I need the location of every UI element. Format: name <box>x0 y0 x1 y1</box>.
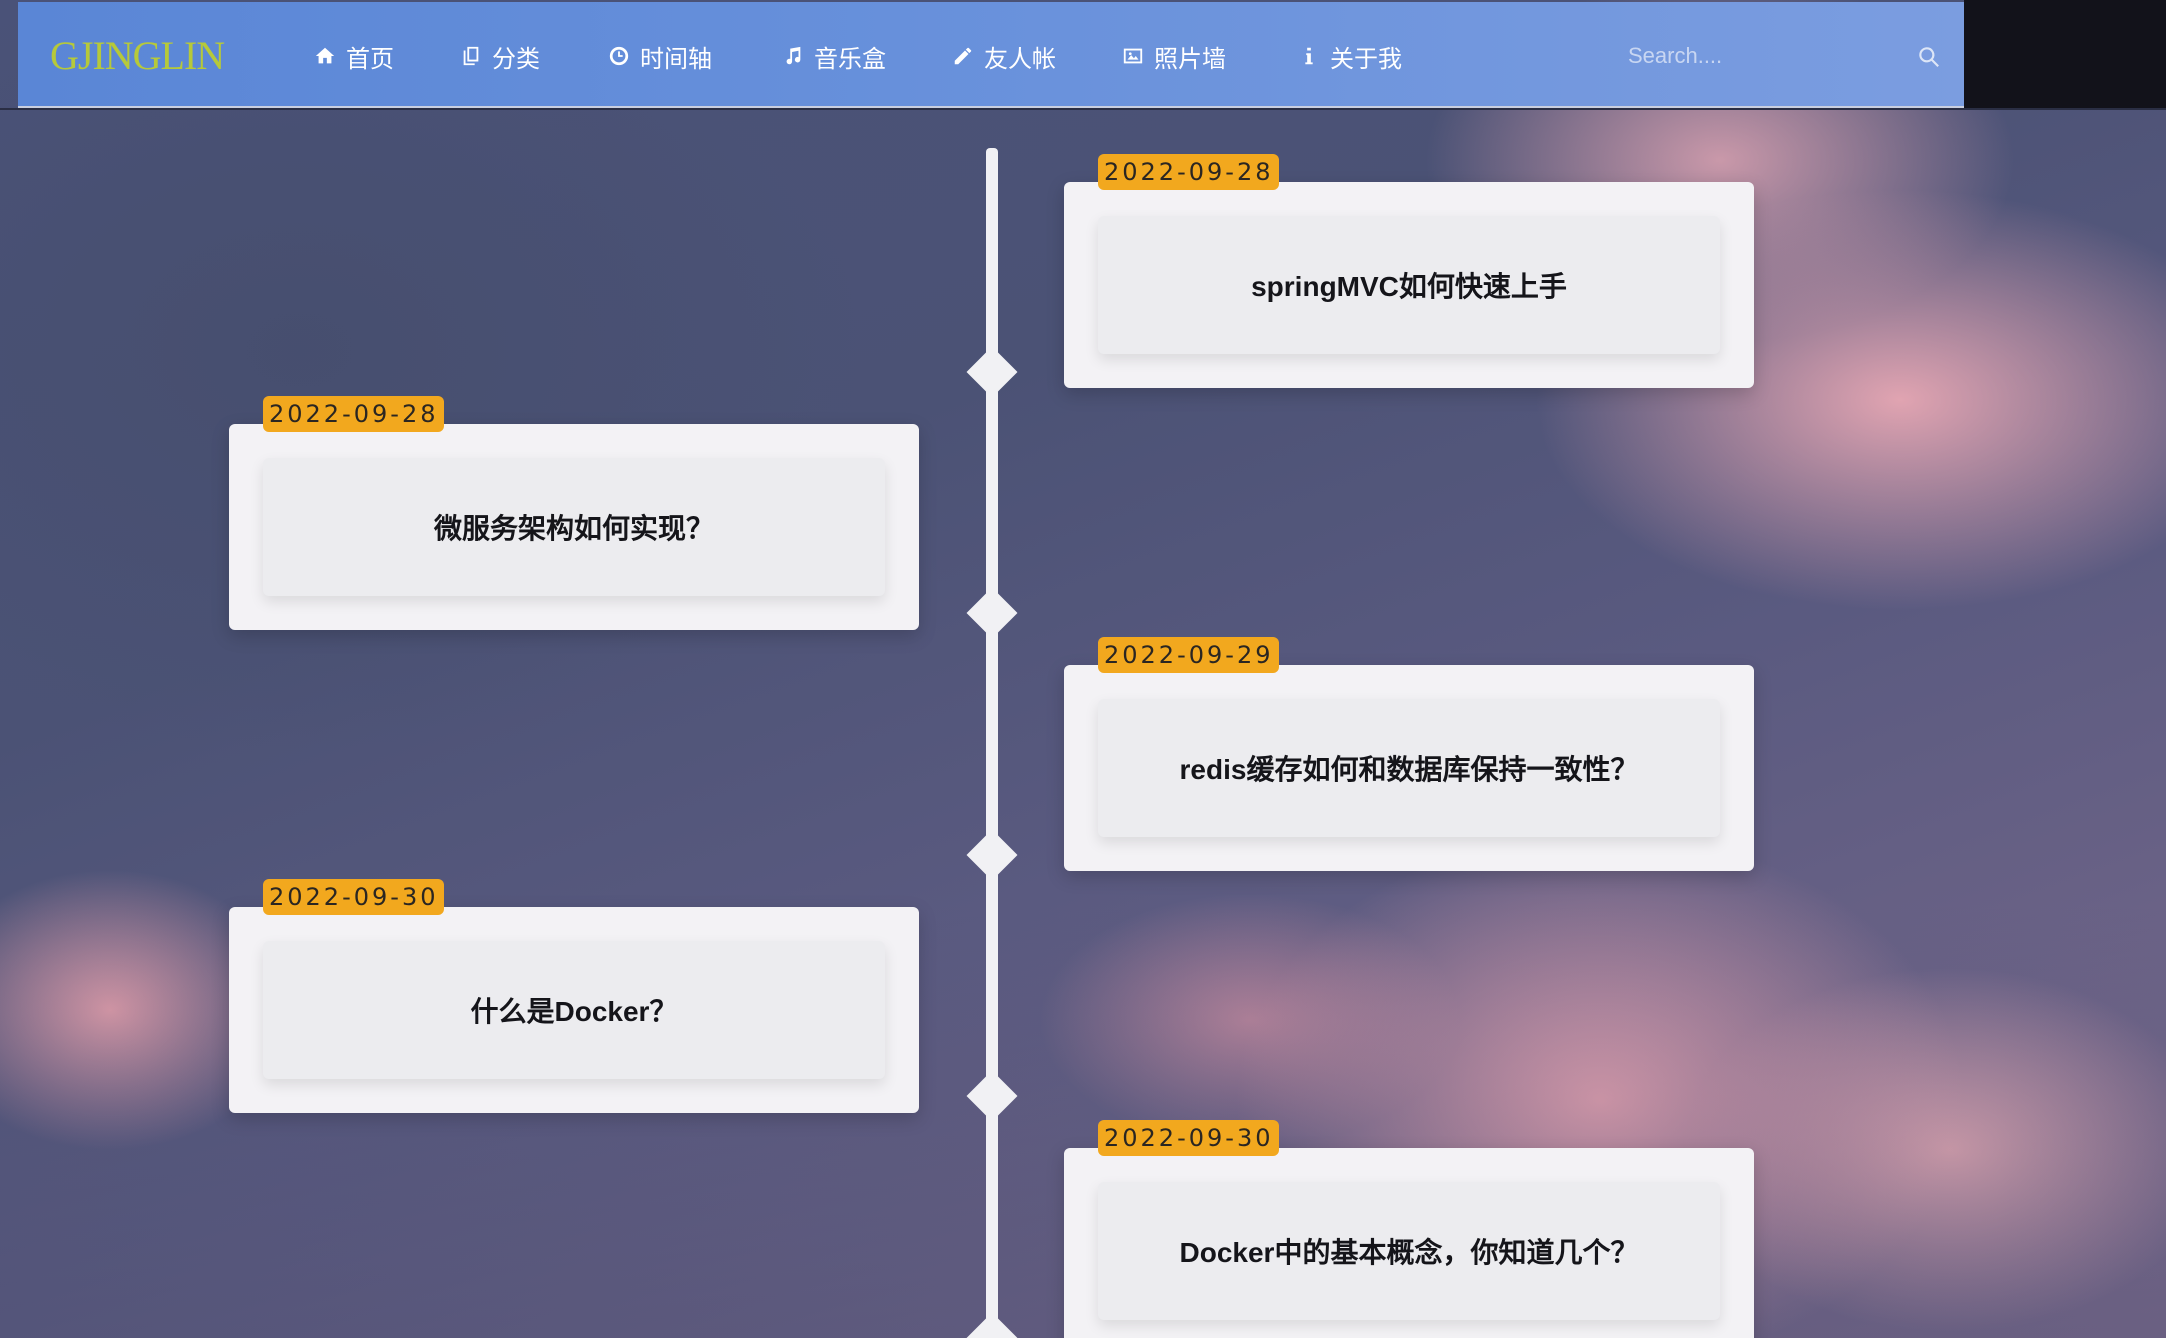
top-navbar: GJINGLIN 首页 分类 时间轴 音乐盒 友人帐 照片墙 关于我 <box>18 2 1964 108</box>
site-logo[interactable]: GJINGLIN <box>50 32 225 79</box>
info-icon <box>1305 47 1313 65</box>
search-input[interactable] <box>1628 36 1908 76</box>
timeline-card: 2022-09-28 微服务架构如何实现？ <box>229 396 919 630</box>
music-icon <box>786 46 801 65</box>
picture-icon <box>1123 48 1143 64</box>
timeline-card: 2022-09-30 什么是Docker？ <box>229 879 919 1113</box>
timeline-card: 2022-09-28 springMVC如何快速上手 <box>1064 154 1754 388</box>
nav-item-photos[interactable]: 照片墙 <box>1122 40 1226 73</box>
home-icon <box>315 47 335 64</box>
article-link[interactable]: springMVC如何快速上手 <box>1098 216 1720 354</box>
search-button[interactable] <box>1916 44 1942 70</box>
nav-item-label: 首页 <box>346 45 394 73</box>
nav-item-category[interactable]: 分类 <box>460 40 540 73</box>
date-badge: 2022-09-30 <box>263 879 445 915</box>
search-box <box>1628 36 1948 76</box>
nav-item-timeline[interactable]: 时间轴 <box>608 40 712 73</box>
article-link[interactable]: 微服务架构如何实现？ <box>263 458 885 596</box>
date-badge: 2022-09-28 <box>1098 154 1280 190</box>
date-badge: 2022-09-28 <box>263 396 445 432</box>
clock-icon <box>609 46 629 66</box>
nav-item-about[interactable]: 关于我 <box>1298 40 1402 73</box>
article-link[interactable]: redis缓存如何和数据库保持一致性？ <box>1098 699 1720 837</box>
article-link[interactable]: Docker中的基本概念，你知道几个？ <box>1098 1182 1720 1320</box>
timeline-axis <box>986 148 998 1338</box>
nav-item-label: 分类 <box>492 45 540 73</box>
navbar-divider <box>0 108 2166 110</box>
article-link[interactable]: 什么是Docker？ <box>263 941 885 1079</box>
nav-item-label: 关于我 <box>1330 45 1402 73</box>
date-badge: 2022-09-30 <box>1098 1120 1280 1156</box>
nav-item-home[interactable]: 首页 <box>314 40 394 73</box>
article-title: 什么是Docker？ <box>470 996 678 1027</box>
timeline-card: 2022-09-29 redis缓存如何和数据库保持一致性？ <box>1064 637 1754 871</box>
date-badge: 2022-09-29 <box>1098 637 1280 673</box>
nav-item-label: 时间轴 <box>640 45 712 73</box>
timeline-card: 2022-09-30 Docker中的基本概念，你知道几个？ <box>1064 1120 1754 1338</box>
article-title: 微服务架构如何实现？ <box>433 513 714 544</box>
nav-item-music[interactable]: 音乐盒 <box>782 40 886 73</box>
nav-item-label: 照片墙 <box>1154 45 1226 73</box>
nav-item-friends[interactable]: 友人帐 <box>952 40 1056 73</box>
window-edge-strip <box>1964 0 2166 110</box>
search-icon <box>1919 47 1939 67</box>
article-title: springMVC如何快速上手 <box>1251 271 1567 302</box>
copy-icon <box>463 46 479 66</box>
pencil-icon <box>954 47 972 65</box>
nav-item-label: 音乐盒 <box>814 45 886 73</box>
article-title: redis缓存如何和数据库保持一致性？ <box>1179 754 1639 785</box>
nav-item-label: 友人帐 <box>984 45 1056 73</box>
article-title: Docker中的基本概念，你知道几个？ <box>1179 1237 1639 1268</box>
